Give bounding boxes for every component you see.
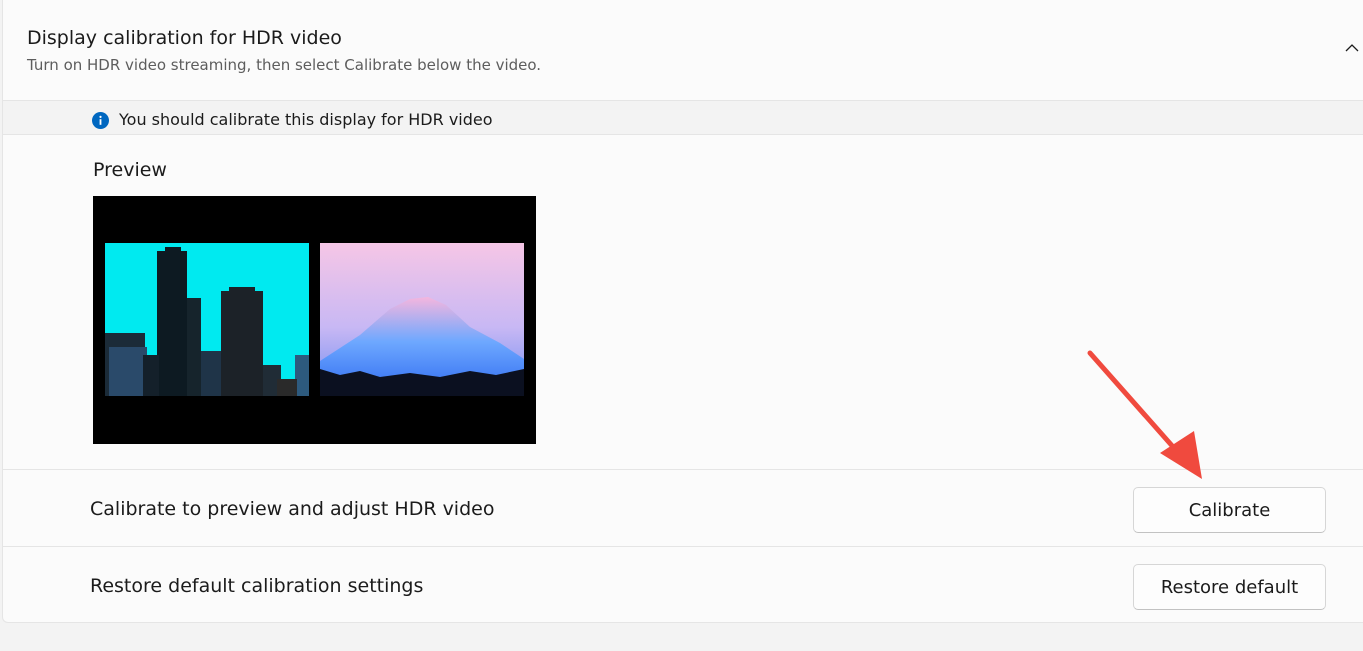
preview-label: Preview — [93, 159, 167, 181]
expander-subtitle: Turn on HDR video streaming, then select… — [27, 56, 542, 74]
chevron-up-icon[interactable] — [1344, 40, 1360, 56]
info-bar-text: You should calibrate this display for HD… — [119, 110, 493, 129]
hdr-calibration-panel: Display calibration for HDR video Turn o… — [2, 0, 1363, 623]
restore-default-row: Restore default calibration settings Res… — [3, 546, 1363, 623]
info-icon — [92, 112, 109, 129]
restore-default-row-label: Restore default calibration settings — [90, 575, 424, 597]
expander-title: Display calibration for HDR video — [27, 27, 342, 49]
hdr-preview-video[interactable] — [93, 196, 536, 444]
restore-default-button[interactable]: Restore default — [1133, 564, 1326, 610]
calibrate-row-label: Calibrate to preview and adjust HDR vide… — [90, 498, 495, 520]
mountain-thumbnail — [320, 243, 524, 396]
expander-header[interactable]: Display calibration for HDR video Turn o… — [3, 0, 1363, 101]
city-skyline-thumbnail — [105, 243, 309, 396]
calibrate-button[interactable]: Calibrate — [1133, 487, 1326, 533]
calibrate-row: Calibrate to preview and adjust HDR vide… — [3, 469, 1363, 546]
